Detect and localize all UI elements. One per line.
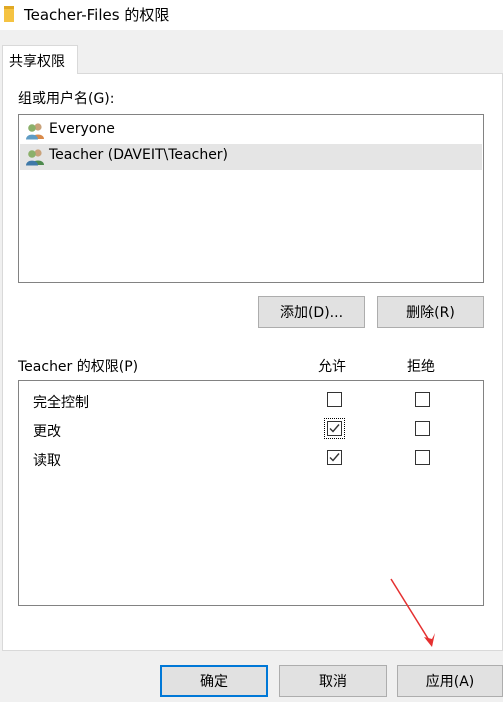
list-item-teacher[interactable]: Teacher (DAVEIT\Teacher)	[20, 144, 482, 170]
allow-header: 允许	[318, 359, 346, 375]
ok-button[interactable]: 确定	[160, 665, 268, 697]
perm-row-full-control: 完全控制	[19, 389, 483, 415]
folder-icon	[4, 6, 14, 22]
tab-share-permissions[interactable]: 共享权限	[2, 45, 78, 74]
permissions-label: Teacher 的权限(P)	[18, 359, 139, 375]
remove-button[interactable]: 删除(R)	[377, 296, 484, 328]
check-icon	[329, 453, 340, 462]
groups-label: 组或用户名(G):	[18, 91, 115, 107]
allow-checkbox[interactable]	[327, 450, 342, 465]
apply-button[interactable]: 应用(A)	[397, 665, 503, 697]
list-item-everyone[interactable]: Everyone	[20, 118, 482, 144]
perm-name: 完全控制	[33, 395, 89, 411]
perm-name: 读取	[33, 453, 61, 469]
allow-checkbox[interactable]	[324, 418, 345, 439]
deny-checkbox[interactable]	[415, 421, 430, 436]
list-item-label: Everyone	[49, 121, 115, 137]
users-icon	[26, 149, 44, 166]
list-item-label: Teacher (DAVEIT\Teacher)	[49, 147, 229, 163]
window-title: Teacher-Files 的权限	[24, 6, 170, 24]
user-listbox[interactable]: Everyone Teacher (DAVEIT\Teacher)	[18, 114, 484, 283]
perm-row-change: 更改	[19, 418, 483, 444]
perm-name: 更改	[33, 424, 61, 440]
deny-checkbox[interactable]	[415, 392, 430, 407]
deny-header: 拒绝	[407, 359, 435, 375]
permissions-list: 完全控制 更改 读取	[18, 380, 484, 606]
perm-row-read: 读取	[19, 447, 483, 473]
annotation-arrow-icon	[390, 578, 435, 647]
users-icon	[26, 123, 44, 140]
deny-checkbox[interactable]	[415, 450, 430, 465]
allow-checkbox[interactable]	[327, 392, 342, 407]
title-bar: Teacher-Files 的权限	[0, 0, 503, 30]
check-icon	[329, 424, 340, 433]
add-button[interactable]: 添加(D)...	[258, 296, 365, 328]
cancel-button[interactable]: 取消	[279, 665, 387, 697]
tab-label: 共享权限	[9, 54, 65, 70]
